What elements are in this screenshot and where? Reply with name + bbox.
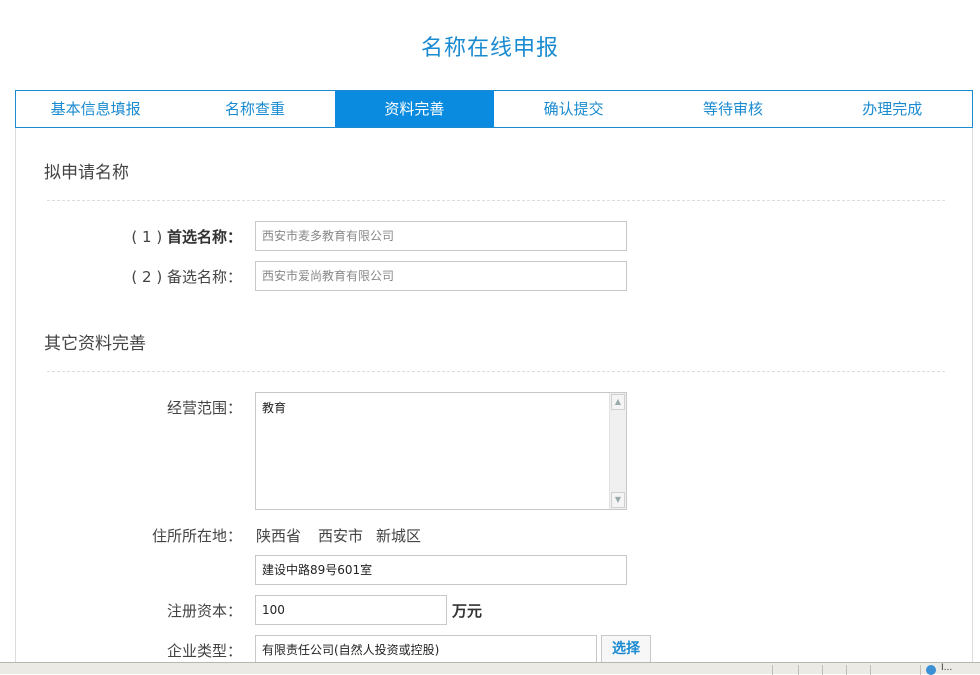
section-title-other-materials: 其它资料完善 <box>44 334 146 354</box>
tab-complete-materials[interactable]: 资料完善 <box>334 91 494 127</box>
address-province: 陕西省 <box>256 527 302 545</box>
registered-capital-label: 注册资本： <box>166 602 242 620</box>
address-city: 西安市 <box>318 527 364 545</box>
scroll-down-icon[interactable]: ▼ <box>611 492 625 508</box>
tab-name-check[interactable]: 名称查重 <box>175 91 334 127</box>
company-type-label: 企业类型： <box>166 642 242 660</box>
address-label: 住所所在地： <box>151 527 242 545</box>
section-title-proposed-name: 拟申请名称 <box>44 163 129 183</box>
alternate-name-label-text: 备选名称： <box>166 268 242 286</box>
tab-done[interactable]: 办理完成 <box>813 91 972 127</box>
step-tabs: 基本信息填报 名称查重 资料完善 确认提交 等待审核 办理完成 <box>15 90 973 128</box>
section-divider <box>47 371 945 372</box>
capital-unit: 万元 <box>452 602 483 620</box>
tab-await-review[interactable]: 等待审核 <box>653 91 812 127</box>
textarea-scrollbar[interactable]: ▲ ▼ <box>609 393 626 509</box>
section-divider <box>47 200 945 201</box>
address-district: 新城区 <box>376 527 422 545</box>
primary-name-label: ( 1 ) 首选名称： <box>131 226 242 247</box>
street-address-input[interactable]: 建设中路89号601室 <box>255 555 627 585</box>
business-scope-textarea[interactable]: 教育 ▲ ▼ <box>255 392 627 510</box>
select-company-type-button[interactable]: 选择 <box>601 635 651 663</box>
primary-name-input[interactable]: 西安市麦多教育有限公司 <box>255 221 627 251</box>
company-type-input[interactable]: 有限责任公司(自然人投资或控股) <box>255 635 597 665</box>
alternate-name-label: ( 2 ) 备选名称： <box>131 266 242 287</box>
scroll-up-icon[interactable]: ▲ <box>611 394 625 410</box>
page-title: 名称在线申报 <box>420 36 559 61</box>
browser-status-bar: I... <box>0 662 980 675</box>
primary-name-label-text: 首选名称： <box>166 228 242 246</box>
tab-basic-info[interactable]: 基本信息填报 <box>16 91 175 127</box>
business-scope-text: 教育 <box>262 401 287 415</box>
tab-confirm-submit[interactable]: 确认提交 <box>494 91 653 127</box>
primary-name-index: ( 1 ) <box>131 228 163 246</box>
registered-capital-input[interactable]: 100 <box>255 595 447 625</box>
business-scope-label: 经营范围： <box>166 399 242 417</box>
alternate-name-index: ( 2 ) <box>131 268 163 286</box>
status-zone-text: I... <box>941 663 953 673</box>
alternate-name-input[interactable]: 西安市爱尚教育有限公司 <box>255 261 627 291</box>
